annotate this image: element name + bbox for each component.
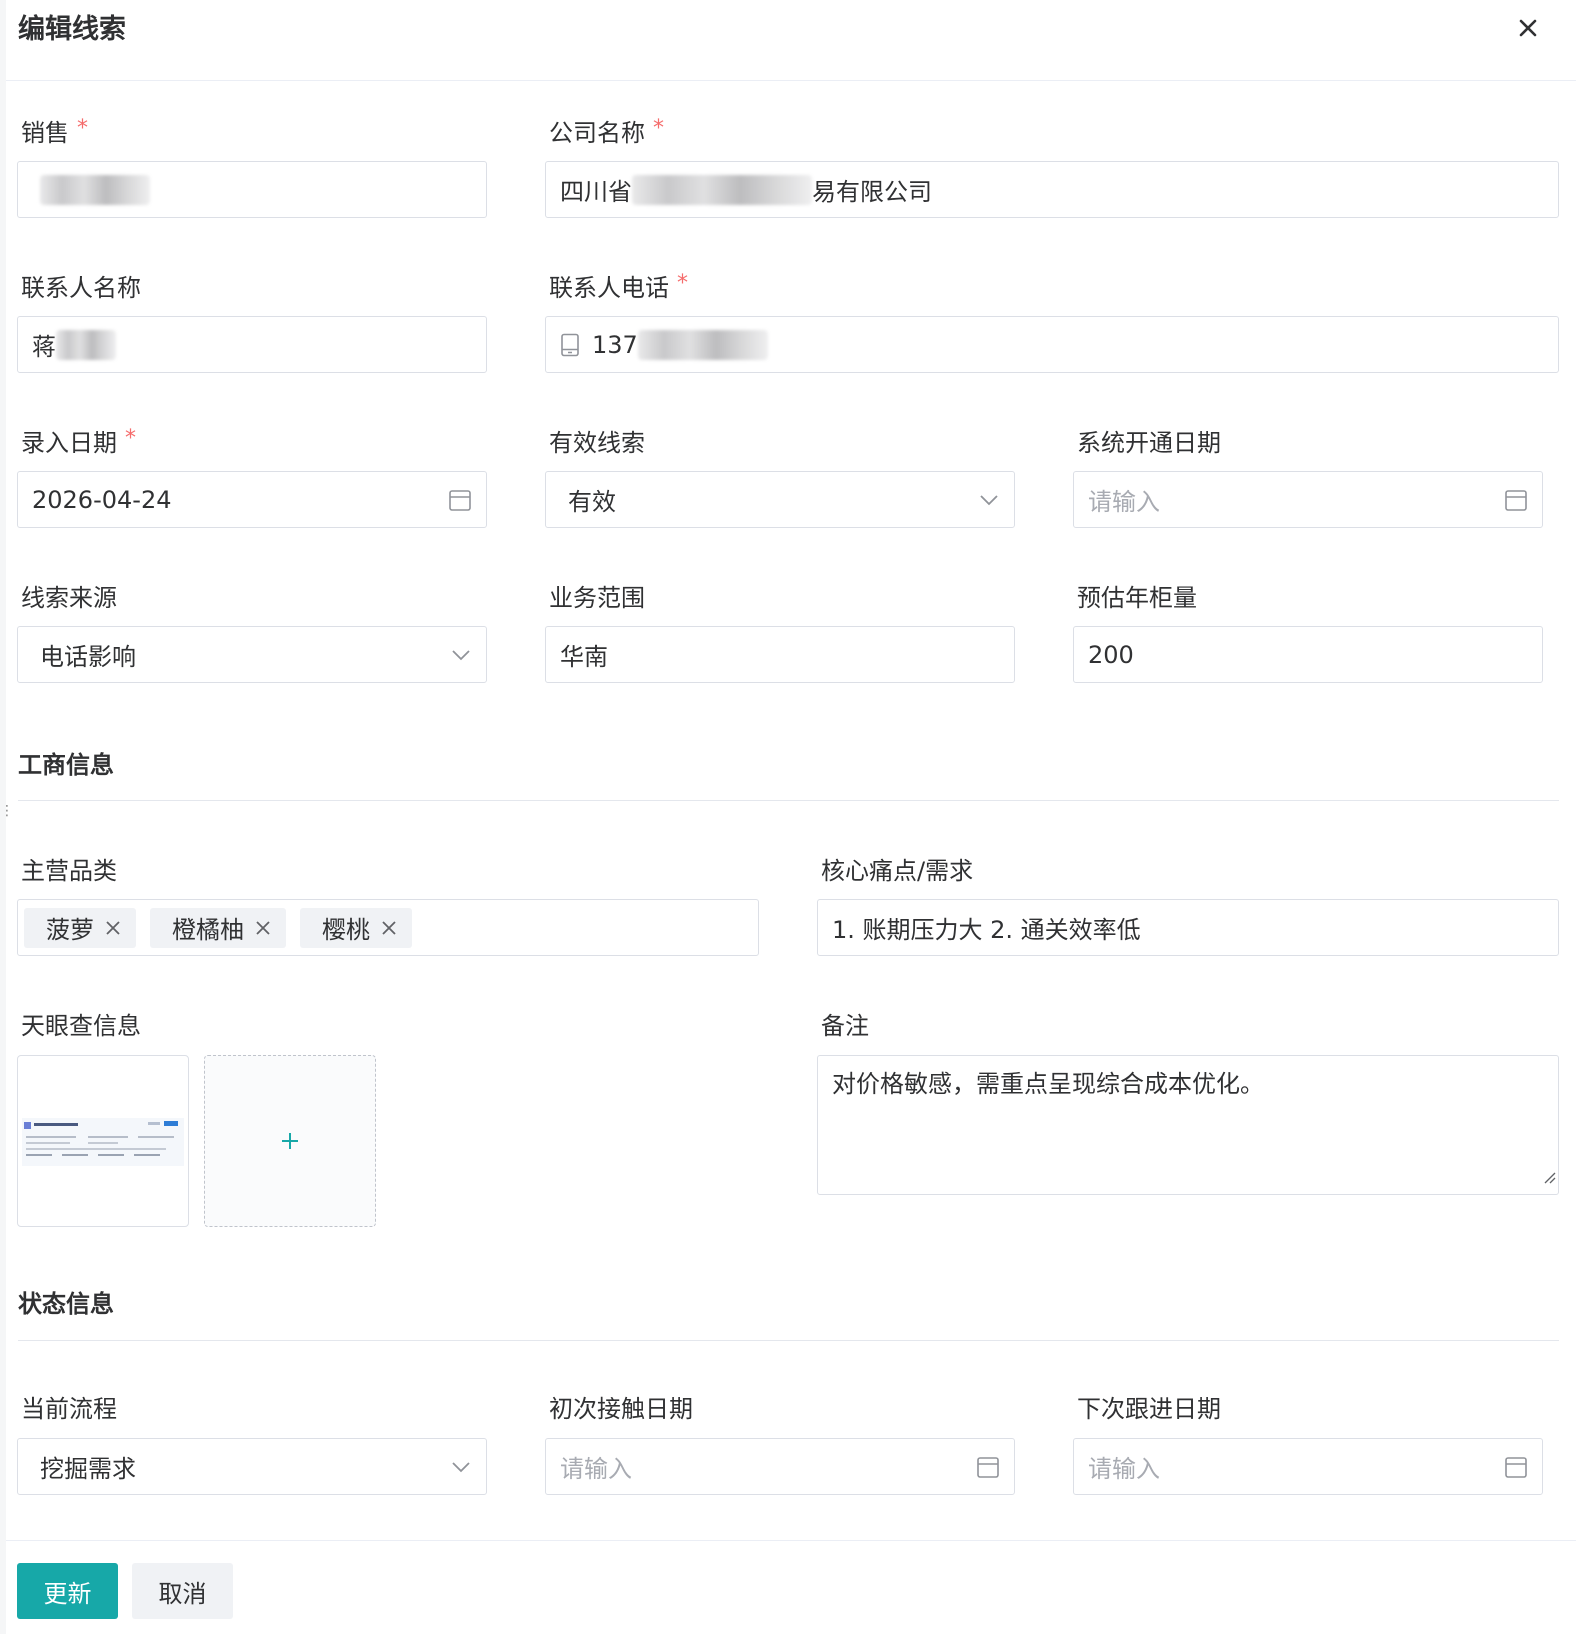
calendar-icon — [448, 488, 472, 512]
update-button[interactable]: 更新 — [17, 1563, 118, 1619]
valid-lead-value: 有效 — [568, 488, 616, 516]
section-divider — [18, 1340, 1559, 1341]
remark-label: 备注 — [821, 1012, 869, 1040]
mobile-icon — [560, 333, 580, 357]
tag-close-icon[interactable] — [104, 919, 122, 937]
contact-phone-input[interactable]: 137 — [545, 316, 1559, 373]
valid-lead-select[interactable]: 有效 — [545, 471, 1015, 528]
tag-close-icon[interactable] — [254, 919, 272, 937]
tag-label: 菠萝 — [46, 916, 94, 944]
business-scope-input[interactable]: 华南 — [545, 626, 1015, 683]
annual-volume-input[interactable]: 200 — [1073, 626, 1543, 683]
company-value-prefix: 四川省 — [560, 178, 632, 206]
next-follow-date-placeholder: 请输入 — [1088, 1455, 1160, 1483]
resize-handle-icon[interactable]: ⋮ — [0, 804, 14, 830]
system-open-date-picker[interactable]: 请输入 — [1073, 471, 1543, 528]
calendar-icon — [976, 1455, 1000, 1479]
current-process-label: 当前流程 — [21, 1395, 117, 1423]
system-open-date-placeholder: 请输入 — [1088, 488, 1160, 516]
next-follow-date-picker[interactable]: 请输入 — [1073, 1438, 1543, 1495]
business-scope-label: 业务范围 — [549, 584, 645, 612]
chevron-down-icon — [978, 493, 1000, 507]
lead-source-value: 电话影响 — [40, 643, 136, 671]
section-title-status-info: 状态信息 — [18, 1290, 114, 1318]
first-contact-date-picker[interactable]: 请输入 — [545, 1438, 1015, 1495]
chevron-down-icon — [450, 648, 472, 662]
current-process-value: 挖掘需求 — [40, 1455, 136, 1483]
entry-date-label: 录入日期 * — [21, 426, 136, 457]
contact-name-label: 联系人名称 — [21, 274, 141, 302]
tag-label: 橙橘柚 — [172, 916, 244, 944]
annual-volume-label: 预估年柜量 — [1077, 584, 1197, 612]
first-contact-date-label: 初次接触日期 — [549, 1395, 693, 1423]
company-label: 公司名称 * — [549, 116, 664, 147]
redacted-value — [637, 329, 768, 360]
contact-name-input[interactable]: 蒋 — [17, 316, 487, 373]
tag-close-icon[interactable] — [380, 919, 398, 937]
cancel-button[interactable]: 取消 — [132, 1563, 233, 1619]
uploaded-image-thumbnail[interactable] — [17, 1055, 189, 1227]
redacted-value — [40, 174, 150, 205]
section-title-business-info: 工商信息 — [18, 751, 114, 779]
tag-citrus: 橙橘柚 — [150, 907, 286, 948]
sales-field[interactable] — [17, 161, 487, 218]
dialog-title: 编辑线索 — [18, 14, 126, 45]
next-follow-date-label: 下次跟进日期 — [1077, 1395, 1221, 1423]
valid-lead-label: 有效线索 — [549, 429, 645, 457]
system-open-date-label: 系统开通日期 — [1077, 429, 1221, 457]
lead-source-select[interactable]: 电话影响 — [17, 626, 487, 683]
main-category-multiselect[interactable]: 菠萝 橙橘柚 樱桃 — [17, 899, 759, 956]
resize-grip-icon[interactable] — [1542, 1160, 1556, 1192]
company-input[interactable]: 四川省 易有限公司 — [545, 161, 1559, 218]
tag-pineapple: 菠萝 — [24, 907, 136, 948]
tag-cherry: 樱桃 — [300, 907, 412, 948]
current-process-select[interactable]: 挖掘需求 — [17, 1438, 487, 1495]
annual-volume-value: 200 — [1088, 640, 1134, 669]
sales-label: 销售 * — [21, 116, 88, 147]
close-icon[interactable] — [1510, 10, 1546, 46]
redacted-value — [56, 329, 116, 360]
contact-phone-value: 137 — [592, 330, 638, 359]
chevron-down-icon — [450, 1460, 472, 1474]
tianyancha-label: 天眼查信息 — [21, 1012, 141, 1040]
business-scope-value: 华南 — [560, 643, 608, 671]
company-value-suffix: 易有限公司 — [812, 178, 932, 206]
calendar-icon — [1504, 1455, 1528, 1479]
entry-date-picker[interactable]: 2026-04-24 — [17, 471, 487, 528]
section-divider — [18, 800, 1559, 801]
contact-name-value: 蒋 — [32, 333, 56, 361]
core-pain-input[interactable]: 1. 账期压力大 2. 通关效率低 — [817, 899, 1559, 956]
first-contact-date-placeholder: 请输入 — [560, 1455, 632, 1483]
remark-textarea[interactable]: 对价格敏感，需重点呈现综合成本优化。 — [817, 1055, 1559, 1195]
tag-label: 樱桃 — [322, 916, 370, 944]
contact-phone-label: 联系人电话 * — [549, 271, 688, 302]
add-image-button[interactable] — [204, 1055, 376, 1227]
core-pain-label: 核心痛点/需求 — [821, 857, 974, 885]
plus-icon — [280, 1124, 300, 1159]
remark-value: 对价格敏感，需重点呈现综合成本优化。 — [832, 1070, 1264, 1098]
calendar-icon — [1504, 488, 1528, 512]
main-category-label: 主营品类 — [21, 857, 117, 885]
entry-date-value: 2026-04-24 — [32, 485, 172, 514]
header-divider — [6, 80, 1576, 81]
lead-source-label: 线索来源 — [21, 584, 117, 612]
footer-divider — [6, 1540, 1576, 1541]
redacted-value — [632, 174, 812, 205]
core-pain-value: 1. 账期压力大 2. 通关效率低 — [832, 916, 1141, 944]
